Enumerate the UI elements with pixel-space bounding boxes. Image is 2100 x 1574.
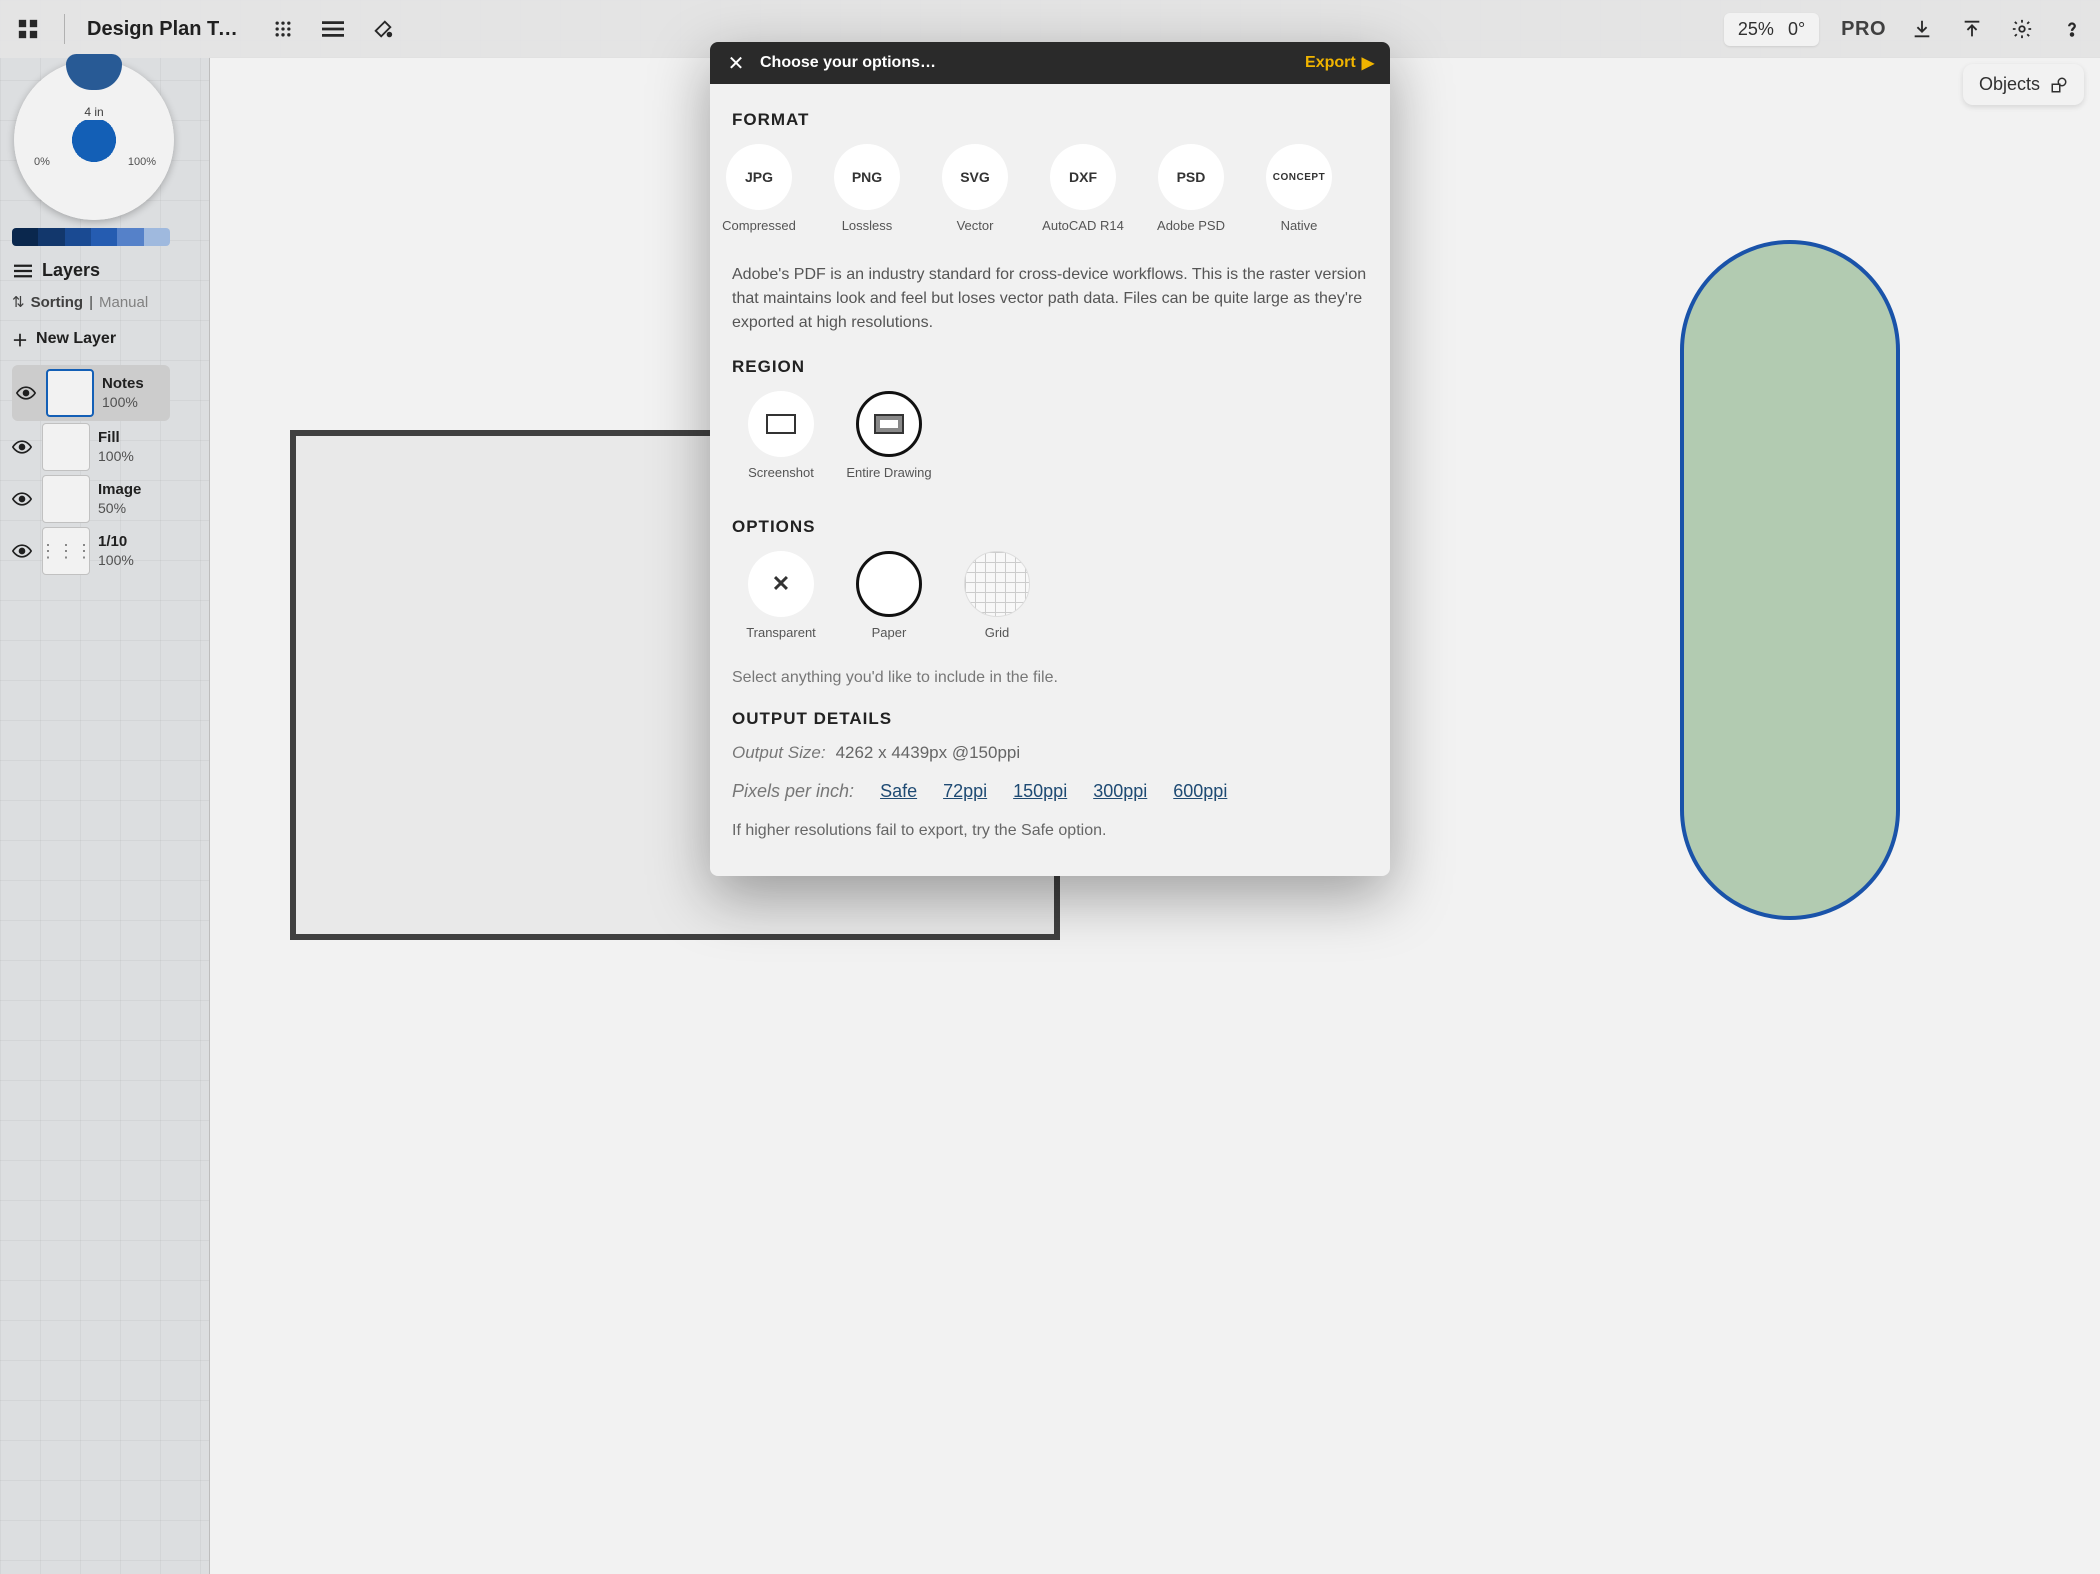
region-option[interactable]: Entire Drawing [846,391,932,495]
include-option-label: Transparent [746,625,816,655]
format-circle: CONCEPT [1266,144,1332,210]
include-option-label: Paper [872,625,907,655]
section-region-title: REGION [732,357,1368,377]
include-option[interactable]: Paper [846,551,932,655]
grid-swatch-icon [964,551,1030,617]
region-circle [856,391,922,457]
format-sublabel: Native [1281,218,1318,248]
section-options-title: OPTIONS [732,517,1368,537]
format-sublabel: Vector [957,218,994,248]
format-circle: PSD [1158,144,1224,210]
include-option[interactable]: ✕ Transparent [738,551,824,655]
ppi-option[interactable]: 600ppi [1173,781,1227,802]
region-option[interactable]: Screenshot [738,391,824,495]
ppi-option[interactable]: 150ppi [1013,781,1067,802]
format-sublabel: Adobe PSD [1157,218,1225,248]
ppi-option[interactable]: 72ppi [943,781,987,802]
ppi-row: Pixels per inch: Safe 72ppi 150ppi 300ppi 60… [732,781,1368,802]
include-option[interactable]: Grid [954,551,1040,655]
modal-body: FORMAT JPG Compressed PNG Lossless SVG Vector… [710,84,1390,876]
section-format-title: FORMAT [732,110,1368,130]
play-icon: ▶ [1362,53,1374,73]
close-icon[interactable]: ✕ [726,51,746,76]
ppi-label: Pixels per inch: [732,781,854,802]
format-circle: DXF [1050,144,1116,210]
format-sublabel: Adobe PDF, Flattened [1364,218,1368,251]
format-option[interactable]: PDFAdobe PDF, Flattened [1364,144,1368,251]
ppi-option[interactable]: 300ppi [1093,781,1147,802]
include-option-label: Grid [985,625,1010,655]
format-sublabel: AutoCAD R14 [1042,218,1124,248]
region-circle [748,391,814,457]
ppi-option[interactable]: Safe [880,781,917,802]
format-option[interactable]: DXF AutoCAD R14 [1040,144,1126,251]
output-size-label: Output Size: [732,743,826,763]
region-options-row: Screenshot Entire Drawing [738,391,1368,495]
include-options-row: ✕ Transparent Paper Grid [738,551,1368,655]
option-circle [856,551,922,617]
format-circle: PNG [834,144,900,210]
export-button-label: Export [1305,54,1356,72]
screenshot-rect-icon [766,414,796,434]
export-button[interactable]: Export ▶ [1305,53,1374,73]
format-option[interactable]: SVG Vector [932,144,1018,251]
format-option[interactable]: PSD Adobe PSD [1148,144,1234,251]
export-modal: ✕ Choose your options… Export ▶ FORMAT J… [710,42,1390,876]
x-icon: ✕ [772,571,790,597]
format-option[interactable]: JPG Compressed [716,144,802,251]
region-label: Screenshot [748,465,814,495]
output-size-value: 4262 x 4439px @150ppi [836,743,1021,763]
format-circle: JPG [726,144,792,210]
format-circle: SVG [942,144,1008,210]
entire-drawing-rect-icon [874,414,904,434]
format-sublabel: Lossless [842,218,893,248]
ppi-hint: If higher resolutions fail to export, tr… [732,822,1368,840]
options-hint: Select anything you'd like to include in… [732,669,1368,687]
modal-header: ✕ Choose your options… Export ▶ [710,42,1390,84]
modal-title: Choose your options… [760,54,936,72]
format-description: Adobe's PDF is an industry standard for … [732,263,1368,335]
section-output-title: OUTPUT DETAILS [732,709,1368,729]
format-sublabel: Compressed [722,218,796,248]
format-option[interactable]: PNG Lossless [824,144,910,251]
option-circle: ✕ [748,551,814,617]
format-options-row: JPG Compressed PNG Lossless SVG Vector DXF Auto… [716,144,1368,251]
format-option[interactable]: CONCEPT Native [1256,144,1342,251]
region-label: Entire Drawing [846,465,931,495]
